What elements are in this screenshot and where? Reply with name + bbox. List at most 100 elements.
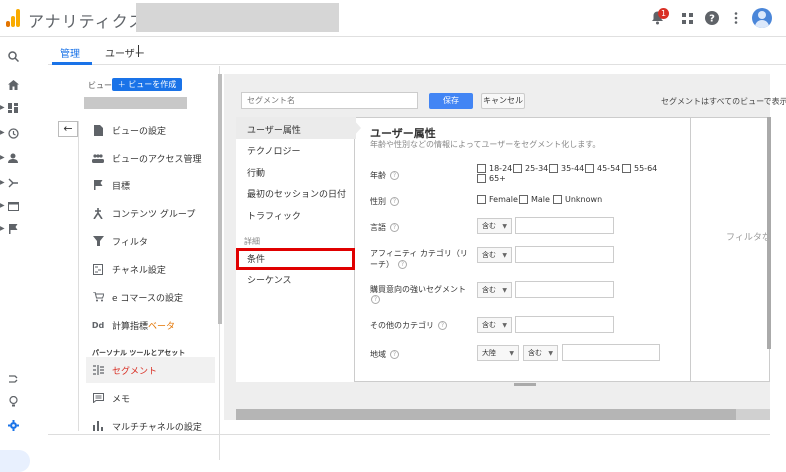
- people-icon: [92, 152, 104, 164]
- menu-content-grouping[interactable]: コンテンツ グループ: [92, 204, 195, 222]
- menu-channel-settings[interactable]: チャネル設定: [92, 260, 166, 278]
- expand-arrow-icon[interactable]: ▶: [0, 129, 5, 136]
- cancel-button[interactable]: キャンセル: [481, 93, 525, 109]
- in-market-operator-select[interactable]: 含む ▼: [477, 282, 512, 298]
- analytics-logo-icon[interactable]: [6, 9, 20, 27]
- affinity-value-input[interactable]: [515, 246, 614, 263]
- language-value-input[interactable]: [515, 217, 614, 234]
- nav-item-technology[interactable]: テクノロジー: [247, 144, 300, 157]
- other-category-label: その他のカテゴリ?: [370, 320, 447, 331]
- help-icon[interactable]: ?: [371, 295, 380, 304]
- expand-arrow-icon[interactable]: ▶: [0, 179, 5, 186]
- editor-scrollbar[interactable]: [767, 117, 771, 349]
- apps-grid-icon[interactable]: [678, 9, 696, 27]
- divider: [48, 434, 770, 435]
- document-icon: [92, 124, 104, 136]
- age-checkbox[interactable]: 25-34: [513, 164, 548, 173]
- menu-item-label: 目標: [112, 181, 131, 192]
- menu-item-label: コンテンツ グループ: [112, 209, 196, 220]
- left-scrollbar[interactable]: [218, 74, 222, 324]
- expand-arrow-icon[interactable]: ▶: [0, 202, 5, 209]
- help-icon[interactable]: ?: [390, 223, 399, 232]
- gender-checkbox[interactable]: Unknown: [553, 195, 602, 204]
- nav-item-first-session[interactable]: 最初のセッションの日付: [247, 187, 346, 200]
- highlight-box: [236, 248, 355, 270]
- clock-icon[interactable]: [7, 127, 19, 139]
- menu-view-settings[interactable]: ビューの設定: [92, 121, 166, 139]
- in-market-value-input[interactable]: [515, 281, 614, 298]
- attribution-icon[interactable]: [7, 373, 19, 385]
- help-icon[interactable]: ?: [390, 171, 399, 180]
- flag-icon[interactable]: [7, 223, 19, 235]
- create-view-button[interactable]: ＋ ビューを作成: [112, 78, 182, 91]
- nav-item-behavior[interactable]: 行動: [247, 166, 265, 179]
- help-icon[interactable]: ?: [390, 197, 399, 206]
- help-icon[interactable]: ?: [398, 260, 407, 269]
- more-vert-icon[interactable]: [727, 9, 745, 27]
- left-rail: ▶ ▶ ▶ ▶ ▶ ▶: [0, 37, 30, 472]
- gender-checkbox[interactable]: Male: [519, 195, 550, 204]
- expand-arrow-icon[interactable]: ▶: [0, 154, 5, 161]
- menu-segments[interactable]: セグメント: [92, 361, 157, 379]
- tab-admin[interactable]: 管理: [60, 45, 80, 60]
- person-icon[interactable]: [7, 152, 19, 164]
- account-selector[interactable]: [136, 3, 339, 32]
- menu-calculated-metrics[interactable]: Dd 計算指標 ベータ: [92, 316, 175, 334]
- help-icon[interactable]: ?: [438, 321, 447, 330]
- expand-arrow-icon[interactable]: ▶: [0, 104, 5, 111]
- back-arrow-button[interactable]: ←: [58, 121, 78, 137]
- expand-arrow-icon[interactable]: ▶: [0, 225, 5, 232]
- segment-name-input[interactable]: [241, 92, 418, 109]
- nav-item-sequences[interactable]: シーケンス: [247, 273, 292, 286]
- in-market-label: 購買意向の強いセグメント: [370, 285, 466, 294]
- age-label: 年齢?: [370, 170, 399, 181]
- notification-badge: 1: [658, 8, 669, 19]
- divider: [78, 121, 79, 431]
- age-checkbox[interactable]: 45-54: [585, 164, 620, 173]
- nav-item-demographics[interactable]: ユーザー属性: [247, 123, 301, 136]
- affinity-label: アフィニティ カテゴリ（リ: [370, 249, 468, 258]
- menu-ecommerce-settings[interactable]: e コマースの設定: [92, 288, 183, 306]
- menu-multichannel-settings[interactable]: マルチチャネルの設定: [92, 417, 202, 435]
- lightbulb-icon[interactable]: [7, 395, 19, 407]
- help-icon[interactable]: ?: [703, 9, 721, 27]
- acquisition-icon[interactable]: [7, 177, 19, 189]
- other-value-input[interactable]: [515, 316, 614, 333]
- top-tabs: 管理 ユーザー: [48, 37, 786, 65]
- region-scope-select[interactable]: 大陸 ▼: [477, 345, 519, 361]
- other-operator-select[interactable]: 含む ▼: [477, 317, 512, 333]
- menu-filters[interactable]: フィルタ: [92, 232, 148, 250]
- flag-icon: [92, 179, 104, 191]
- age-checkbox[interactable]: 55-64: [622, 164, 657, 173]
- region-operator-select[interactable]: 含む ▼: [523, 345, 558, 361]
- home-icon[interactable]: [7, 79, 19, 91]
- behavior-icon[interactable]: [7, 200, 19, 212]
- affinity-operator-select[interactable]: 含む ▼: [477, 247, 512, 263]
- menu-view-access[interactable]: ビューのアクセス管理: [92, 149, 202, 167]
- save-button[interactable]: 保存: [429, 93, 473, 109]
- search-icon[interactable]: [7, 50, 19, 62]
- comment-icon: [92, 392, 104, 404]
- view-selector[interactable]: [84, 97, 187, 109]
- gear-icon[interactable]: [7, 419, 19, 431]
- language-operator-select[interactable]: 含む ▼: [477, 218, 512, 234]
- segment-visibility-note[interactable]: セグメントはすべてのビューで表示: [661, 96, 786, 107]
- nav-section-advanced: 詳細: [244, 237, 260, 246]
- region-value-input[interactable]: [562, 344, 660, 361]
- help-icon[interactable]: ?: [390, 350, 399, 359]
- age-checkbox[interactable]: 35-44: [549, 164, 584, 173]
- horizontal-scrollbar-thumb[interactable]: [236, 409, 736, 420]
- menu-item-label: 計算指標: [112, 321, 149, 332]
- age-checkbox[interactable]: 18-24: [477, 164, 512, 173]
- menu-item-label: e コマースの設定: [112, 293, 183, 304]
- menu-goals[interactable]: 目標: [92, 176, 130, 194]
- menu-item-label: メモ: [112, 394, 131, 405]
- resize-handle[interactable]: [514, 383, 536, 386]
- avatar[interactable]: [752, 8, 772, 28]
- age-checkbox[interactable]: 65+: [477, 174, 506, 183]
- channel-icon: [92, 263, 104, 275]
- gender-checkbox[interactable]: Female: [477, 195, 518, 204]
- menu-annotations[interactable]: メモ: [92, 389, 130, 407]
- dashboard-icon[interactable]: [7, 102, 19, 114]
- nav-item-traffic[interactable]: トラフィック: [247, 209, 301, 222]
